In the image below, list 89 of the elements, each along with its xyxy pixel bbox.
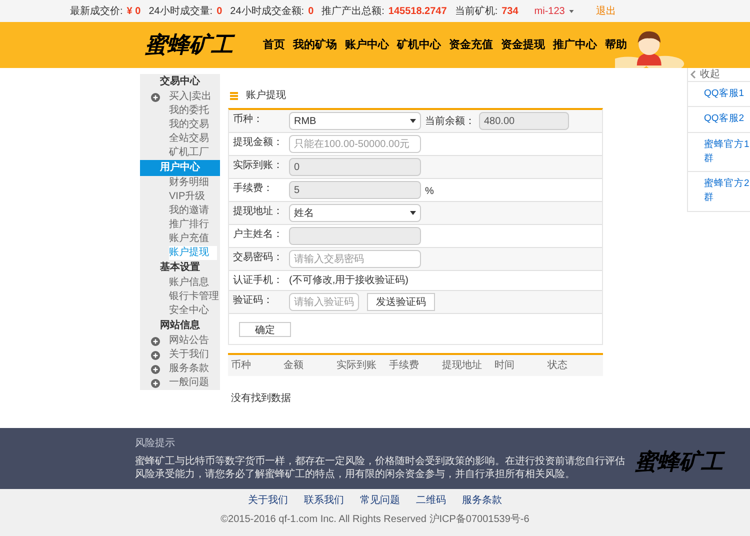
nav-link[interactable]: 账户中心: [345, 36, 389, 54]
caret-icon[interactable]: [568, 10, 574, 12]
footer-link[interactable]: 二维码: [416, 493, 446, 508]
sidebar-item[interactable]: 账户信息: [169, 276, 209, 290]
footer-link[interactable]: 常见问题: [360, 493, 400, 508]
percent-sign: %: [425, 185, 434, 199]
sidebar-item[interactable]: 推广排行: [169, 218, 209, 232]
column-header: 实际到账: [336, 358, 378, 373]
nav-link[interactable]: 矿机中心: [397, 36, 441, 54]
sidebar-section-title[interactable]: 基本设置: [140, 260, 220, 276]
field-label: 验证码：: [233, 294, 274, 308]
section-title: 账户提现: [246, 88, 286, 103]
nav-link[interactable]: 帮助: [605, 36, 627, 54]
sidebar-item[interactable]: 关于我们: [169, 348, 209, 362]
caret-icon: [410, 119, 416, 123]
sidebar-item[interactable]: 财务明细: [169, 176, 209, 190]
stat-label: 最新成交价:: [70, 4, 123, 18]
column-header: 时间: [494, 358, 516, 373]
stat-value: 0: [216, 4, 222, 18]
nav-link[interactable]: 资金提现: [501, 36, 545, 54]
phone-note: (不可修改,用于接收验证码): [289, 274, 408, 288]
confirm-button[interactable]: 确定: [239, 322, 291, 337]
sidebar-item[interactable]: 账户提现: [169, 246, 217, 260]
copyright-text: ©2015-2016 qf-1.com Inc. All Rights Reserved 沪ICP备07001539号-6: [220, 512, 530, 527]
nav-link[interactable]: 我的矿场: [293, 36, 337, 54]
stat-value: 145518.2747: [388, 4, 447, 18]
nav-link[interactable]: 推广中心: [553, 36, 597, 54]
input-field[interactable]: 请输入交易密码: [289, 250, 421, 268]
stat-label: 24小时成交量:: [148, 4, 213, 18]
sidebar-item[interactable]: 全站交易: [169, 132, 209, 146]
sidebar-item[interactable]: 服务条款: [169, 362, 209, 376]
sidebar-item[interactable]: 买入|卖出: [169, 90, 212, 104]
column-header: 币种: [231, 358, 252, 373]
nav-link[interactable]: 首页: [263, 36, 285, 54]
field-label: 认证手机：: [233, 274, 284, 288]
contact-link[interactable]: 蜜蜂官方2群: [688, 172, 750, 212]
nav-link[interactable]: 资金充值: [449, 36, 493, 54]
user-menu[interactable]: mi-123: [534, 4, 565, 18]
contact-link[interactable]: QQ客服1: [688, 82, 750, 108]
code-field[interactable]: 请输入验证码: [289, 293, 359, 311]
input-field[interactable]: 只能在100.00-50000.00元: [289, 135, 421, 153]
field-label: 交易密码：: [233, 250, 284, 265]
sidebar-item[interactable]: 网站公告: [169, 334, 209, 348]
caret-icon: [410, 211, 416, 215]
send-code-button[interactable]: 发送验证码: [367, 293, 435, 311]
field-label: 提现金额：: [233, 136, 284, 150]
sidebar-item[interactable]: 我的交易: [169, 118, 209, 132]
sidebar-item[interactable]: 账户充值: [169, 232, 209, 246]
empty-message: 没有找到数据: [231, 393, 291, 404]
stat-value: ¥ 0: [126, 4, 141, 18]
sidebar-item[interactable]: 我的委托: [169, 104, 209, 118]
field-label: 户主姓名：: [233, 228, 284, 242]
risk-warning-text: 蜜蜂矿工与比特币等数字货币一样，都存在一定风险，价格随时会受到政策的影响。在进行投资前请您自行评估风险承受能力，请您务必了解蜜蜂矿工的特点，用有限的闲余资金参与，并自行承担所有相关风险。: [135, 455, 625, 481]
chevron-left-icon[interactable]: [690, 70, 696, 79]
sidebar-item[interactable]: 银行卡管理: [169, 290, 219, 304]
footer-link[interactable]: 服务条款: [462, 493, 502, 508]
sidebar-item[interactable]: 安全中心: [169, 304, 209, 318]
stat-label: 24小时成交金额:: [230, 4, 304, 18]
footer-link[interactable]: 联系我们: [304, 493, 344, 508]
stat-label: 推广产出总额:: [322, 4, 384, 18]
sidebar-item[interactable]: VIP升级: [169, 190, 206, 204]
footer-link[interactable]: 关于我们: [248, 493, 288, 508]
field-label: 提现地址：: [233, 204, 284, 219]
stat-label: 当前矿机:: [454, 4, 498, 18]
footer-title: 风险提示: [135, 437, 176, 451]
sidebar-section-title[interactable]: 网站信息: [140, 318, 220, 334]
contact-link[interactable]: QQ客服2: [688, 107, 750, 132]
logo[interactable]: 蜜蜂矿工: [145, 28, 263, 62]
column-header: 状态: [547, 358, 568, 373]
select-field[interactable]: 姓名: [289, 204, 421, 222]
sidebar-section-title[interactable]: 用户中心: [140, 160, 220, 176]
column-header: 手续费: [389, 358, 420, 373]
field-label: 手续费：: [233, 182, 274, 196]
stat-value: 0: [308, 4, 314, 18]
column-header: 提现地址: [442, 358, 483, 373]
sidebar-item[interactable]: 一般问题: [169, 376, 209, 390]
field-label: 币种：: [233, 112, 264, 127]
stat-value: 734: [502, 4, 518, 18]
sidebar-section-title[interactable]: 交易中心: [140, 74, 220, 90]
collapse-link[interactable]: 收起: [700, 67, 720, 82]
select-field[interactable]: RMB: [289, 112, 421, 130]
footer-logo: 蜜蜂矿工: [635, 446, 723, 479]
list-icon: [230, 92, 238, 100]
sidebar-item[interactable]: 我的邀请: [169, 204, 209, 218]
field-label: 实际到账：: [233, 158, 284, 173]
column-header: 金额: [284, 358, 305, 373]
field-label: 当前余额：: [425, 114, 475, 128]
contact-link[interactable]: 蜜蜂官方1群: [688, 132, 750, 172]
sidebar-item[interactable]: 矿机工厂: [169, 146, 209, 160]
